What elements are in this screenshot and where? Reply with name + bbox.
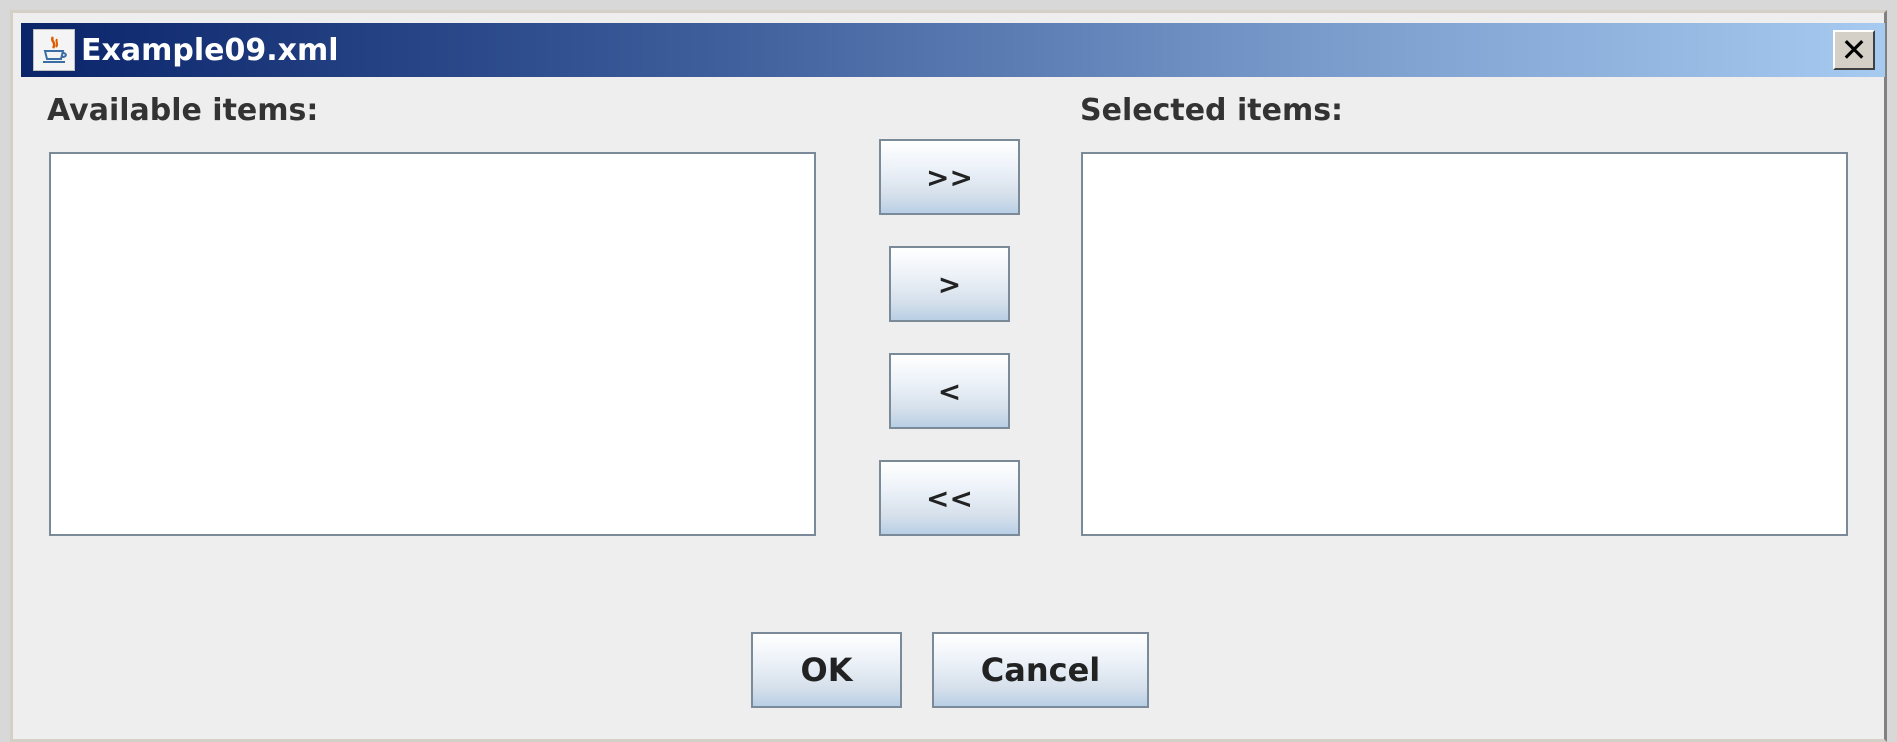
selected-items-list[interactable] <box>1081 152 1848 536</box>
ok-button[interactable]: OK <box>751 632 902 708</box>
add-all-button[interactable]: >> <box>879 139 1020 215</box>
selected-items-label: Selected items: <box>1080 93 1344 128</box>
add-button[interactable]: > <box>889 246 1010 322</box>
available-items-list[interactable] <box>49 152 816 536</box>
remove-all-button[interactable]: << <box>879 460 1020 536</box>
dialog-window: Example09.xml ✕ Available items: >> > < … <box>10 10 1887 742</box>
available-items-label: Available items: <box>47 93 319 128</box>
java-cup-icon <box>33 29 75 71</box>
title-bar[interactable]: Example09.xml ✕ <box>21 23 1885 77</box>
window-title: Example09.xml <box>81 32 339 68</box>
close-button[interactable]: ✕ <box>1833 30 1875 70</box>
remove-button[interactable]: < <box>889 353 1010 429</box>
close-icon: ✕ <box>1840 31 1868 69</box>
cancel-button[interactable]: Cancel <box>932 632 1149 708</box>
